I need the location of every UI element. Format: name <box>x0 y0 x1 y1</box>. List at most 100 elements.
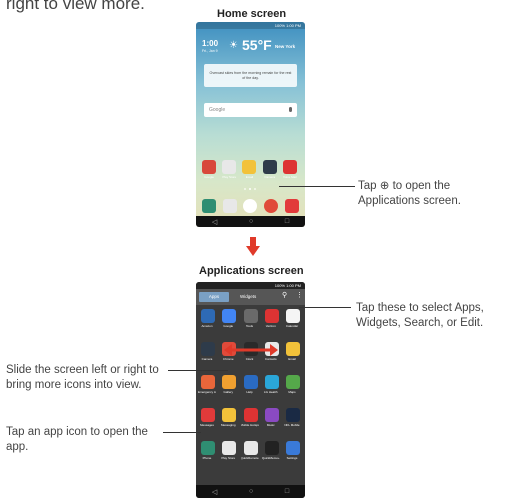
home-app-0[interactable]: Google <box>202 160 218 179</box>
home-app-2[interactable]: Email <box>242 160 258 179</box>
back-icon[interactable]: ◁ <box>212 488 217 496</box>
callout-slide: Slide the screen left or right to bring … <box>6 364 159 391</box>
search-placeholder: Google <box>209 107 226 113</box>
app-grid-item[interactable]: Maps <box>284 375 302 394</box>
apps-screen-caption: Applications screen <box>199 265 304 277</box>
google-search-bar[interactable]: Google <box>204 103 297 117</box>
weather-description: Overcast skies from the morning remain f… <box>204 64 297 87</box>
app-icon <box>202 160 217 174</box>
back-icon[interactable]: ◁ <box>212 218 217 226</box>
nav-bar: ◁ ○ □ <box>196 216 305 227</box>
app-grid-item[interactable]: Messages <box>199 408 217 427</box>
weather-date: Fri., Jan 9 <box>202 49 218 53</box>
app-label: Music <box>266 423 275 427</box>
app-grid-row: Messages Messaging Mobile Hotspot Music NFL … <box>199 408 302 427</box>
app-icon <box>286 342 300 356</box>
intro-text: right to view more. <box>6 0 145 13</box>
app-icon <box>282 160 297 174</box>
app-icon <box>264 441 279 455</box>
app-grid-item[interactable]: Play Store <box>220 441 238 460</box>
app-grid-item[interactable]: Email <box>284 342 302 361</box>
app-grid-row: Emergency Alerts Gallery Help LG Health Maps <box>198 375 302 394</box>
dock-messaging-icon[interactable] <box>284 199 299 213</box>
callout-line-tabs <box>299 307 351 308</box>
app-icon <box>222 309 237 323</box>
weather-time: 1:00 <box>202 39 219 48</box>
app-icon <box>286 309 300 323</box>
home-app-1[interactable]: Play Store <box>222 160 238 179</box>
home-screen-caption: Home screen <box>217 8 287 20</box>
app-icon <box>243 408 258 422</box>
more-options-icon[interactable]: ⋮ <box>296 291 303 299</box>
app-grid: Amazon Google Tools Verizon Calendar Camera Ch… <box>198 309 302 474</box>
app-grid-item[interactable]: NFL Mobile <box>284 408 302 427</box>
dock-phone-icon[interactable] <box>202 199 217 213</box>
app-label: Mobile Hotspot <box>240 423 259 427</box>
home-app-4[interactable]: Voice Mail <box>282 160 299 179</box>
app-icon <box>222 375 237 389</box>
app-grid-item[interactable]: Phone <box>199 441 217 460</box>
home-icon[interactable]: ○ <box>249 488 253 495</box>
app-label: Maps <box>288 390 296 394</box>
app-icon <box>222 160 237 174</box>
app-icon <box>243 375 258 389</box>
app-grid-item[interactable]: QuickMemo+ <box>261 441 281 460</box>
app-label: QuickMemo+ <box>261 456 280 460</box>
app-icon <box>286 408 300 422</box>
app-grid-item[interactable]: Calendar <box>284 309 302 328</box>
recents-icon[interactable]: □ <box>285 488 289 495</box>
app-icon <box>264 309 279 323</box>
apps-launcher-icon[interactable] <box>243 199 258 213</box>
app-label: Email <box>288 357 296 361</box>
down-arrow-icon <box>246 237 260 256</box>
app-grid-row: Phone Play Store QuickRemote QuickMemo+ Sett… <box>199 441 302 460</box>
app-grid-item[interactable]: Settings <box>284 441 302 460</box>
app-label: Amazon <box>201 324 213 328</box>
app-grid-item[interactable]: Gallery <box>220 375 238 394</box>
callout-tabs: Tap these to select Apps, Widgets, Searc… <box>356 302 484 329</box>
app-grid-item[interactable]: Tools <box>242 309 260 328</box>
app-icon <box>243 441 258 455</box>
tab-apps[interactable]: Apps <box>199 292 229 302</box>
recents-icon[interactable]: □ <box>285 218 289 225</box>
app-label: Verizon <box>265 324 276 328</box>
dock-contacts-icon[interactable] <box>222 199 237 213</box>
apps-screen-phone: 100% 1:00 PM Apps Widgets ⚲ ⋮ Amazon Goog… <box>196 282 305 498</box>
app-label: Clock <box>245 357 254 361</box>
app-icon <box>286 441 300 455</box>
app-icon <box>243 309 258 323</box>
app-grid-item[interactable]: Emergency Alerts <box>198 375 217 394</box>
home-app-row: Google Play Store Email Camera Voice Mai… <box>200 160 301 179</box>
home-app-3[interactable]: Camera <box>262 160 279 179</box>
app-grid-item[interactable]: Camera <box>199 342 217 361</box>
app-label: Messaging <box>220 423 236 427</box>
app-label: Chrome <box>222 357 234 361</box>
app-label: Contacts <box>264 357 277 361</box>
dock-chrome-icon[interactable] <box>264 199 279 213</box>
app-grid-item[interactable]: Help <box>242 375 260 394</box>
apps-tab-bar: Apps Widgets ⚲ ⋮ <box>196 289 305 305</box>
app-grid-item[interactable]: QuickRemote <box>241 441 260 460</box>
app-grid-item[interactable]: Verizon <box>263 309 281 328</box>
app-label: LG Health <box>263 390 278 394</box>
app-icon <box>222 408 237 422</box>
search-icon[interactable]: ⚲ <box>282 291 287 299</box>
app-icon <box>201 441 215 455</box>
app-label: Phone <box>202 456 212 460</box>
home-icon[interactable]: ○ <box>249 218 253 225</box>
app-grid-item[interactable]: LG Health <box>263 375 281 394</box>
app-grid-item[interactable]: Messaging <box>220 408 238 427</box>
app-label: Emergency Alerts <box>198 390 216 394</box>
app-label: Tools <box>245 324 253 328</box>
app-grid-item[interactable]: Mobile Hotspot <box>240 408 260 427</box>
app-label: Play Store <box>221 456 236 460</box>
mic-icon[interactable] <box>289 107 292 112</box>
tab-widgets[interactable]: Widgets <box>240 292 256 302</box>
app-grid-item[interactable]: Amazon <box>199 309 217 328</box>
home-screen-phone: 100% 1:00 PM 1:00 Fri., Jan 9 ☀ 55°F New… <box>196 22 305 227</box>
callout-line-tap <box>163 432 201 433</box>
app-grid-item[interactable]: Google <box>220 309 238 328</box>
app-grid-item[interactable]: Music <box>263 408 281 427</box>
app-label: Messages <box>200 423 214 427</box>
app-icon <box>201 309 215 323</box>
